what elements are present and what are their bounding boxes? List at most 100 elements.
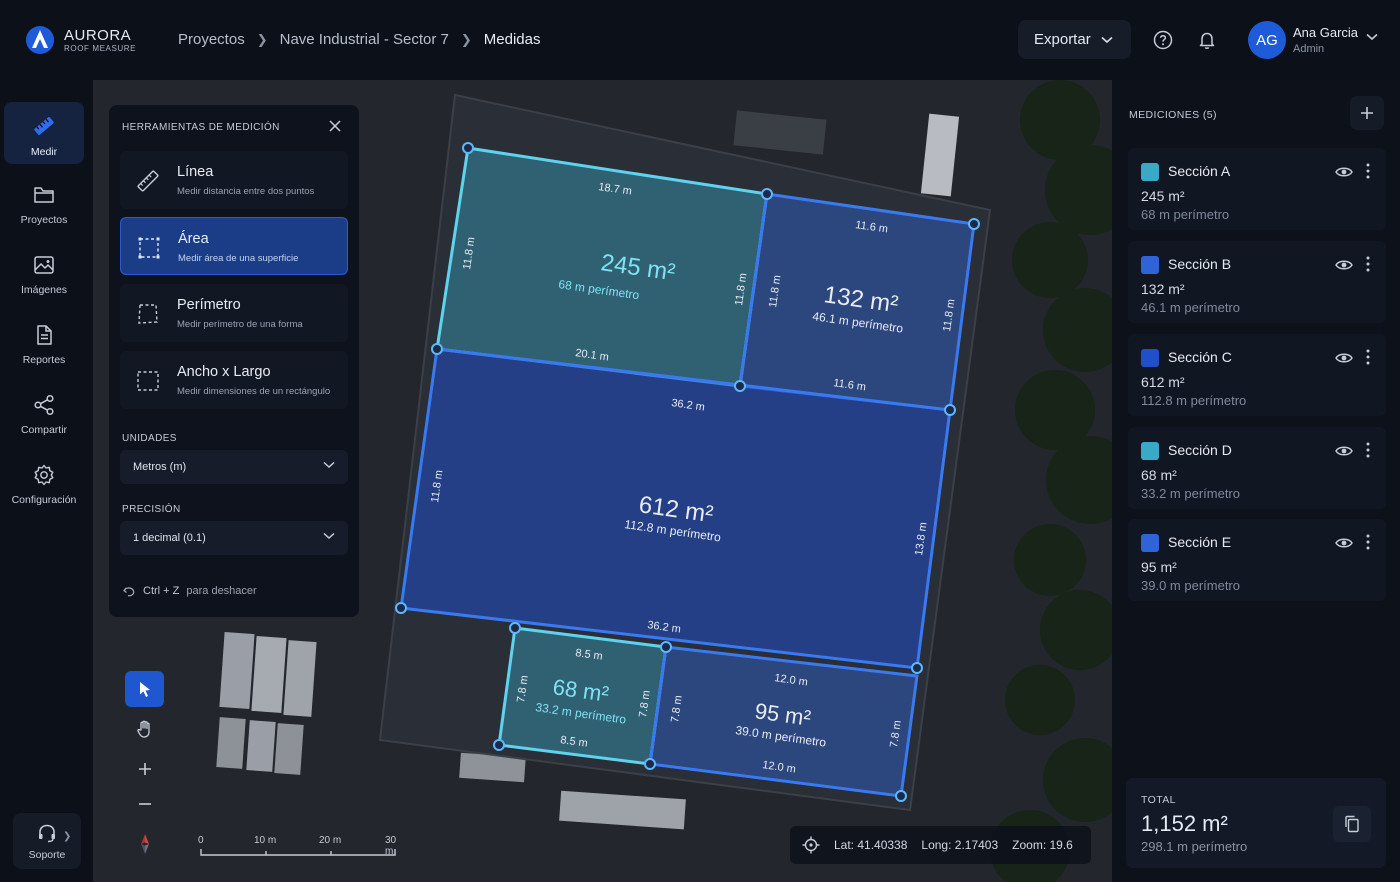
color-swatch bbox=[1141, 442, 1159, 460]
chevron-down-icon bbox=[323, 461, 335, 469]
copy-button[interactable] bbox=[1333, 806, 1371, 842]
tool-width-length[interactable]: Ancho x Largo Medir dimensiones de un re… bbox=[120, 351, 348, 409]
user-name: Ana Garcia bbox=[1293, 25, 1359, 40]
export-button[interactable]: Exportar bbox=[1018, 20, 1131, 59]
color-swatch bbox=[1141, 534, 1159, 552]
tool-perimeter[interactable]: Perímetro Medir perímetro de una forma bbox=[120, 284, 348, 342]
eye-icon[interactable] bbox=[1335, 444, 1353, 458]
chevron-right-icon: ❯ bbox=[460, 31, 472, 47]
nav-item-projects[interactable]: Proyectos bbox=[4, 172, 84, 234]
crosshair-icon[interactable] bbox=[802, 836, 820, 854]
rectangle-icon bbox=[137, 371, 159, 391]
undo-icon[interactable] bbox=[122, 584, 136, 598]
eye-icon[interactable] bbox=[1335, 258, 1353, 272]
tool-description: Medir distancia entre dos puntos bbox=[177, 186, 315, 197]
measurement-card-a[interactable]: Sección A 245 m² 68 m perímetro bbox=[1128, 148, 1386, 230]
eye-icon[interactable] bbox=[1335, 165, 1353, 179]
nav-label: Imágenes bbox=[20, 284, 68, 296]
compass-button[interactable] bbox=[125, 826, 164, 862]
tool-line[interactable]: Línea Medir distancia entre dos puntos bbox=[120, 151, 348, 209]
nav-item-images[interactable]: Imágenes bbox=[4, 242, 84, 304]
perimeter-icon bbox=[138, 304, 158, 324]
pan-tool-button[interactable] bbox=[125, 711, 164, 747]
avatar[interactable]: AG bbox=[1248, 21, 1286, 59]
minus-icon bbox=[138, 803, 151, 805]
more-options-icon[interactable] bbox=[1365, 441, 1371, 459]
select-tool-button[interactable] bbox=[125, 671, 164, 707]
breadcrumb-projects[interactable]: Proyectos bbox=[178, 31, 245, 48]
app-name: AURORA bbox=[64, 26, 132, 44]
add-measurement-button[interactable] bbox=[1350, 96, 1384, 130]
support-button[interactable]: Soporte ❯ bbox=[13, 813, 81, 869]
compass-icon bbox=[140, 834, 149, 854]
bell-icon[interactable] bbox=[1195, 28, 1219, 52]
support-label: Soporte bbox=[28, 849, 66, 861]
more-options-icon[interactable] bbox=[1365, 162, 1371, 180]
zoom-in-button[interactable] bbox=[125, 751, 164, 787]
scale-tick: 10 m bbox=[254, 835, 277, 846]
total-label: TOTAL bbox=[1141, 794, 1176, 806]
headset-icon bbox=[39, 824, 55, 843]
nav-item-share[interactable]: Compartir bbox=[4, 382, 84, 444]
color-swatch bbox=[1141, 256, 1159, 274]
chevron-right-icon: ❯ bbox=[63, 831, 72, 842]
tool-area[interactable]: Área Medir área de una superficie bbox=[120, 217, 348, 275]
share-icon bbox=[34, 394, 54, 416]
logo[interactable]: AURORA ROOF MEASURE bbox=[24, 24, 136, 56]
measurement-perimeter: 68 m perímetro bbox=[1141, 207, 1230, 222]
measurement-card-e[interactable]: Sección E 95 m² 39.0 m perímetro bbox=[1128, 519, 1386, 601]
measurement-area: 612 m² bbox=[1141, 374, 1185, 390]
scale-bar bbox=[200, 849, 396, 856]
zoom-readout: Zoom: 19.6 bbox=[1012, 838, 1073, 852]
cursor-icon bbox=[139, 682, 150, 697]
total-area: 1,152 m² bbox=[1141, 811, 1228, 836]
folder-icon bbox=[34, 187, 54, 203]
zoom-out-button[interactable] bbox=[125, 786, 164, 822]
nav-item-reports[interactable]: Reportes bbox=[4, 312, 84, 374]
scale-tick: 0 bbox=[198, 835, 204, 846]
nav-label: Compartir bbox=[20, 424, 68, 436]
breadcrumb-project[interactable]: Nave Industrial - Sector 7 bbox=[280, 31, 449, 48]
aurora-logo-icon bbox=[26, 26, 54, 54]
tool-name: Ancho x Largo bbox=[177, 364, 271, 380]
nav-label: Proyectos bbox=[20, 214, 68, 226]
chevron-down-icon[interactable] bbox=[1366, 33, 1378, 41]
precision-select[interactable]: 1 decimal (0.1) bbox=[120, 521, 348, 555]
measurement-card-b[interactable]: Sección B 132 m² 46.1 m perímetro bbox=[1128, 241, 1386, 323]
eye-icon[interactable] bbox=[1335, 536, 1353, 550]
chevron-down-icon bbox=[323, 532, 335, 540]
total-perimeter: 298.1 m perímetro bbox=[1141, 839, 1248, 854]
measurement-card-d[interactable]: Sección D 68 m² 33.2 m perímetro bbox=[1128, 427, 1386, 509]
close-icon[interactable] bbox=[328, 119, 342, 133]
coordinates-bar: Lat: 41.40338 Long: 2.17403 Zoom: 19.6 bbox=[790, 826, 1091, 864]
measurement-card-c[interactable]: Sección C 612 m² 112.8 m perímetro bbox=[1128, 334, 1386, 416]
measurement-perimeter: 112.8 m perímetro bbox=[1141, 393, 1247, 408]
units-value: Metros (m) bbox=[133, 461, 187, 473]
more-options-icon[interactable] bbox=[1365, 348, 1371, 366]
measurement-area: 245 m² bbox=[1141, 188, 1185, 204]
nav-item-settings[interactable]: Configuración bbox=[4, 452, 84, 514]
help-icon[interactable] bbox=[1151, 28, 1175, 52]
units-select[interactable]: Metros (m) bbox=[120, 450, 348, 484]
more-options-icon[interactable] bbox=[1365, 255, 1371, 273]
measurement-name: Sección E bbox=[1168, 534, 1232, 550]
chevron-right-icon: ❯ bbox=[256, 31, 268, 47]
tool-name: Área bbox=[178, 231, 209, 247]
plus-icon bbox=[138, 763, 151, 775]
nav-label: Reportes bbox=[22, 354, 66, 366]
user-role: Admin bbox=[1293, 43, 1325, 55]
tool-name: Línea bbox=[177, 164, 214, 180]
document-icon bbox=[37, 325, 52, 345]
undo-shortcut: Ctrl + Z bbox=[143, 585, 180, 597]
more-options-icon[interactable] bbox=[1365, 533, 1371, 551]
measurements-panel: MEDICIONES (5) Sección A 245 m² 68 m per… bbox=[1112, 80, 1400, 882]
measurement-name: Sección B bbox=[1168, 256, 1232, 272]
tool-name: Perímetro bbox=[177, 297, 241, 313]
color-swatch bbox=[1141, 349, 1159, 367]
copy-icon bbox=[1345, 815, 1359, 833]
measurement-area: 95 m² bbox=[1141, 559, 1177, 575]
eye-icon[interactable] bbox=[1335, 351, 1353, 365]
nav-item-measure[interactable]: Medir bbox=[4, 102, 84, 164]
gear-icon bbox=[34, 464, 54, 486]
measurement-name: Sección D bbox=[1168, 442, 1232, 458]
